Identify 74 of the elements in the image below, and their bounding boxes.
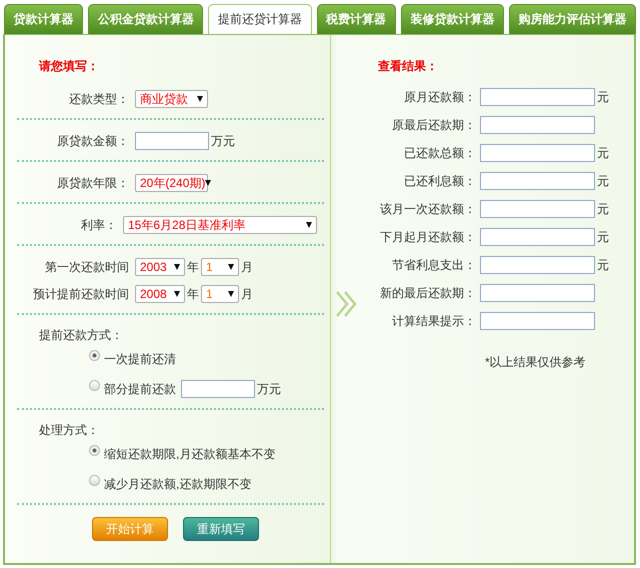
unit-label: 月	[240, 258, 254, 276]
field-label: 原最后还款期：	[391, 116, 477, 134]
field-label: 新的最后还款期：	[379, 284, 477, 302]
input-field[interactable]	[135, 132, 209, 150]
option-label: 一次提前还清	[104, 350, 176, 368]
unit-label: 元	[596, 88, 610, 106]
year-dropdown[interactable]: 2003	[135, 258, 185, 276]
group-label: 提前还款方式：	[39, 327, 124, 344]
caret-icon	[197, 96, 203, 102]
result-field[interactable]	[480, 312, 595, 330]
field-label: 计算结果提示：	[391, 312, 477, 330]
tab[interactable]: 提前还贷计算器	[208, 4, 312, 35]
result-field[interactable]	[480, 116, 595, 134]
tab[interactable]: 装修贷款计算器	[400, 4, 504, 34]
dropdown[interactable]: 15年6月28日基准利率	[123, 216, 317, 234]
section-heading: 请您填写：	[39, 58, 100, 75]
caret-icon	[174, 264, 180, 270]
field-label: 已还款总额：	[403, 144, 477, 162]
tab[interactable]: 贷款计算器	[4, 4, 84, 34]
radio-button[interactable]	[89, 380, 100, 390]
field-label: 已还利息额：	[403, 172, 477, 190]
option-label: 缩短还款期限,月还款额基本不变	[104, 446, 276, 462]
month-dropdown[interactable]: 1	[201, 285, 239, 303]
caret-icon	[174, 291, 180, 297]
unit-label: 年	[186, 286, 200, 302]
dropdown[interactable]: 20年(240期)	[135, 174, 208, 192]
disclaimer-note: *以上结果仅供参考	[485, 354, 587, 371]
month-dropdown[interactable]: 1	[201, 258, 239, 276]
unit-label: 元	[596, 172, 610, 190]
unit-label: 元	[596, 256, 610, 274]
tab[interactable]: 购房能力评估计算器	[508, 4, 636, 34]
field-label: 预计提前还款时间	[32, 286, 130, 302]
chevron-icon	[335, 291, 359, 317]
field-label: 原月还款额：	[403, 88, 477, 106]
result-field[interactable]	[480, 256, 595, 274]
radio-button[interactable]	[89, 474, 100, 486]
caret-icon	[205, 180, 212, 186]
field-label: 第一次还款时间	[44, 258, 130, 276]
year-dropdown[interactable]: 2008	[135, 285, 185, 303]
caret-icon	[306, 222, 312, 228]
radio-button[interactable]	[89, 350, 100, 360]
field-label: 下月起月还款额：	[379, 228, 477, 246]
option-label: 减少月还款额,还款期限不变	[104, 476, 252, 492]
result-field[interactable]	[480, 144, 595, 162]
caret-icon	[228, 264, 234, 270]
caret-icon	[228, 291, 234, 297]
group-label: 处理方式：	[39, 422, 100, 439]
unit-label: 元	[596, 200, 610, 218]
option-label: 部分提前还款	[104, 380, 176, 398]
result-field[interactable]	[480, 172, 595, 190]
field-label: 该月一次还款额：	[379, 200, 477, 218]
dropdown[interactable]: 商业贷款	[135, 90, 208, 108]
tab[interactable]: 公积金贷款计算器	[88, 4, 204, 34]
radio-button[interactable]	[89, 444, 100, 456]
field-label: 节省利息支出：	[391, 256, 477, 274]
unit-label: 月	[240, 286, 254, 302]
unit-label: 元	[596, 228, 610, 246]
section-heading: 查看结果：	[378, 58, 439, 75]
input-field[interactable]	[181, 380, 255, 398]
result-field[interactable]	[480, 284, 595, 302]
field-label: 原贷款年限：	[56, 174, 130, 192]
field-label: 原贷款金额：	[56, 132, 130, 150]
unit-label: 元	[596, 144, 610, 162]
tab[interactable]: 税费计算器	[316, 4, 396, 34]
calculate-button[interactable]: 开始计算	[92, 517, 168, 541]
field-label: 还款类型：	[68, 90, 130, 108]
result-field[interactable]	[480, 200, 595, 218]
unit-label: 万元	[210, 132, 236, 150]
unit-label: 年	[186, 258, 200, 276]
result-field[interactable]	[480, 88, 595, 106]
reset-button[interactable]: 重新填写	[183, 517, 259, 541]
field-label: 利率：	[80, 216, 118, 234]
result-field[interactable]	[480, 228, 595, 246]
unit-label: 万元	[256, 380, 282, 398]
